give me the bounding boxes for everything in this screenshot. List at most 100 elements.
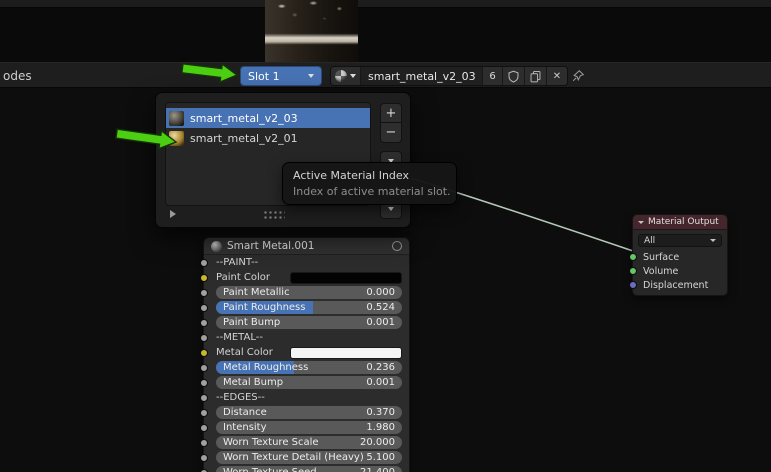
input-socket[interactable] [200,348,208,357]
node-input-row: --PAINT-- [200,255,409,270]
slider-intensity[interactable]: Intensity 1.980 [216,421,402,434]
shader-editor-header: odes Slot 1 smart_metal_v2_03 6 ✕ [0,62,771,88]
paint-color-swatch[interactable] [290,271,402,284]
chevron-down-icon [710,239,716,242]
unlink-material-button[interactable]: ✕ [547,67,567,85]
node-input-label: Volume [643,265,679,277]
node-input-label: Surface [643,251,680,263]
material-slot-dropdown[interactable]: Slot 1 [240,66,322,86]
slider-paint-roughness[interactable]: Paint Roughness 0.524 [216,301,402,314]
panel-expand-icon[interactable] [170,210,176,218]
tooltip: Active Material Index Index of active ma… [282,162,457,205]
new-material-button[interactable] [525,67,547,85]
viewport-3d-strip [0,0,771,62]
slider-label: Worn Texture Scale [223,437,319,448]
slider-value: 0.524 [366,302,395,313]
slider-worn-texture-seed[interactable]: Worn Texture Seed 21.400 [216,466,402,472]
node-input-row: Volume [629,264,727,278]
material-name-field[interactable]: smart_metal_v2_03 [361,67,483,85]
slider-label: Worn Texture Detail (Heavy) [223,452,364,463]
volume-socket[interactable] [629,267,637,275]
tooltip-title: Active Material Index [293,169,409,182]
slider-value: 0.001 [366,377,395,388]
slider-metal-bump[interactable]: Metal Bump 0.001 [216,376,402,389]
input-socket[interactable] [200,468,208,472]
material-slot-label: smart_metal_v2_01 [190,131,298,145]
add-slot-button[interactable]: + [380,103,402,123]
pin-icon [572,70,585,82]
node-input-label: Metal Color [216,347,273,358]
slider-value: 0.000 [366,287,395,298]
smart-metal-node[interactable]: Smart Metal.001 --PAINT-- Paint Color Pa… [200,237,410,472]
node-input-label: --EDGES-- [216,392,265,403]
node-input-label: Displacement [643,279,709,291]
input-socket[interactable] [200,318,208,327]
input-socket[interactable] [200,438,208,447]
smart-metal-node-header[interactable]: Smart Metal.001 [204,238,409,255]
slider-worn-texture-scale[interactable]: Worn Texture Scale 20.000 [216,436,402,449]
drag-grip[interactable] [263,210,285,219]
node-title: Smart Metal.001 [227,240,315,252]
material-preview-icon [169,110,184,126]
material-output-node[interactable]: Material Output All Surface Volume Displ… [629,214,728,296]
slider-paint-bump[interactable]: Paint Bump 0.001 [216,316,402,329]
node-input-row: Displacement [629,278,727,292]
slider-value: 0.236 [366,362,395,373]
material-users-button[interactable]: 6 [483,67,503,85]
arrow-down-icon [388,206,394,211]
slider-metal-roughness[interactable]: Metal Roughness 0.236 [216,361,402,374]
slider-distance[interactable]: Distance 0.370 [216,406,402,419]
material-sphere-icon [335,70,347,82]
slider-label: Intensity [223,422,267,433]
node-input-row: Paint Bump 0.001 [200,315,409,330]
metal-color-swatch[interactable] [290,346,402,359]
material-output-header[interactable]: Material Output [633,215,727,230]
node-input-row: Worn Texture Scale 20.000 [200,435,409,450]
material-slot-item[interactable]: smart_metal_v2_03 [166,108,370,128]
fake-user-ring-icon[interactable] [392,241,402,251]
chevron-down-icon [350,74,356,78]
material-slot-label: smart_metal_v2_03 [190,111,298,125]
output-target-dropdown[interactable]: All [638,234,722,247]
node-input-row: Intensity 1.980 [200,420,409,435]
fake-user-button[interactable] [503,67,525,85]
input-socket[interactable] [200,423,208,432]
blender-shader-editor[interactable]: odes Slot 1 smart_metal_v2_03 6 ✕ Smart … [0,0,771,472]
node-input-row: Paint Color [200,270,409,285]
collapse-chevron-icon[interactable] [638,220,644,224]
slider-label: Paint Bump [223,317,281,328]
surface-socket[interactable] [629,253,637,261]
input-socket[interactable] [200,378,208,387]
chevron-down-icon [308,74,314,78]
input-socket[interactable] [200,288,208,297]
input-socket[interactable] [200,393,208,402]
displacement-socket[interactable] [629,281,637,289]
node-input-row: Metal Roughness 0.236 [200,360,409,375]
node-input-label: --PAINT-- [216,257,259,268]
input-socket[interactable] [200,303,208,312]
input-socket[interactable] [200,408,208,417]
material-slots-popover: smart_metal_v2_03 smart_metal_v2_01 + − [155,92,411,228]
slider-paint-metallic[interactable]: Paint Metallic 0.000 [216,286,402,299]
remove-slot-button[interactable]: − [380,123,402,143]
material-slot-item[interactable]: smart_metal_v2_01 [166,128,370,148]
slider-worn-texture-detail[interactable]: Worn Texture Detail (Heavy) 5.100 [216,451,402,464]
tooltip-subtitle: Index of active material slot. [293,185,451,198]
browse-material-button[interactable] [331,67,361,85]
node-input-label: --METAL-- [216,332,263,343]
material-datablock-selector: smart_metal_v2_03 6 ✕ [330,66,568,86]
input-socket[interactable] [200,363,208,372]
pin-button[interactable] [570,68,586,84]
node-input-label: Paint Color [216,272,271,283]
slider-label: Worn Texture Seed [223,467,317,472]
material-preview-icon [169,130,184,146]
input-socket[interactable] [200,258,208,267]
node-input-row: Distance 0.370 [200,405,409,420]
slider-value: 1.980 [366,422,395,433]
input-socket[interactable] [200,453,208,462]
input-socket[interactable] [200,273,208,282]
material-preview-icon [211,240,222,252]
input-socket[interactable] [200,333,208,342]
node-title: Material Output [648,217,719,227]
shield-icon [508,70,519,83]
